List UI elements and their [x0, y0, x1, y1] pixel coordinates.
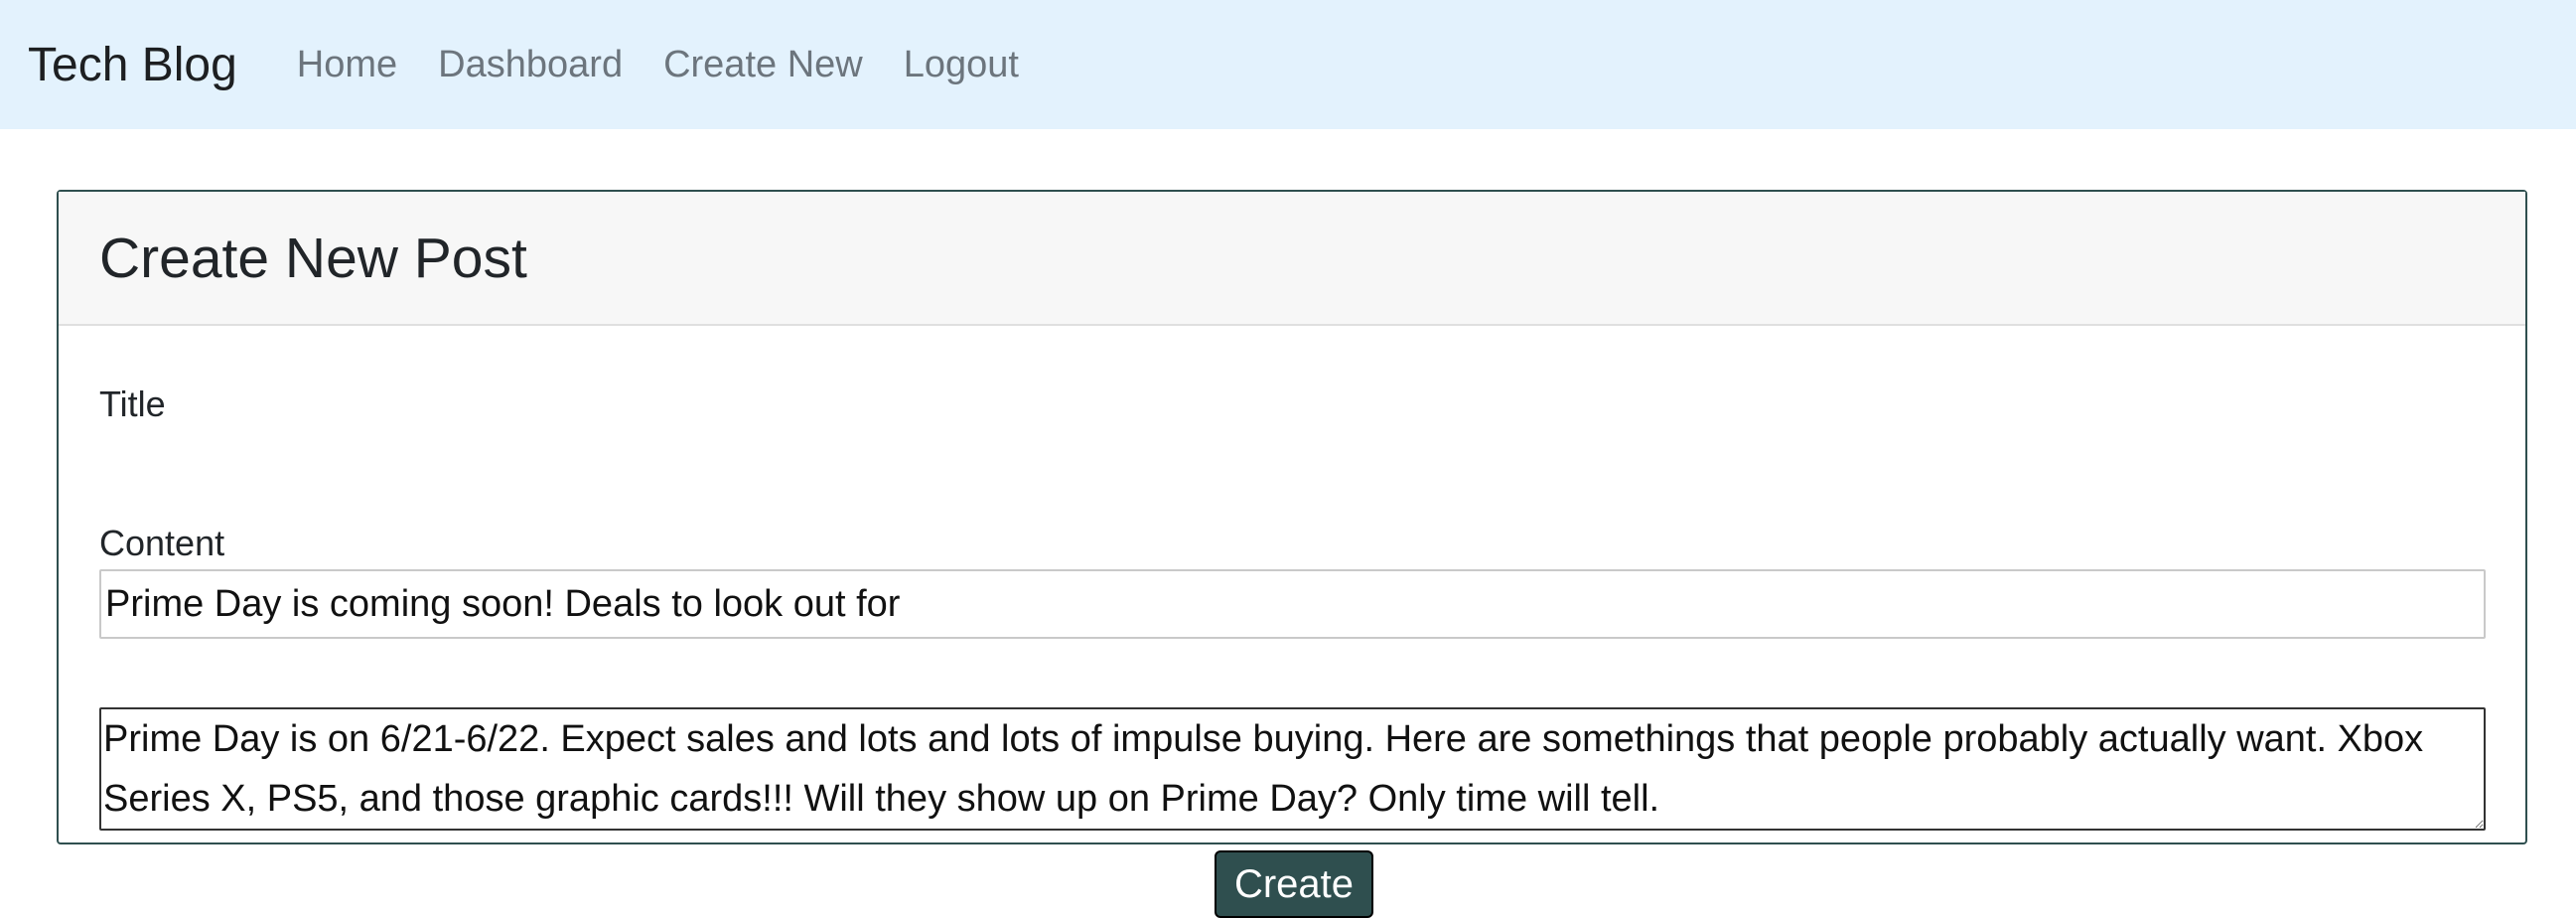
- title-label: Title: [99, 383, 166, 424]
- brand-link[interactable]: Tech Blog: [28, 38, 237, 92]
- nav-link-create-new[interactable]: Create New: [663, 44, 863, 86]
- page-title: Create New Post: [99, 226, 527, 290]
- title-input[interactable]: [99, 569, 2486, 639]
- nav-links: Home Dashboard Create New Logout: [297, 44, 1060, 86]
- card-header: Create New Post: [59, 192, 2525, 326]
- nav-link-home[interactable]: Home: [297, 44, 397, 86]
- navbar: Tech Blog Home Dashboard Create New Logo…: [0, 0, 2576, 129]
- content-textarea[interactable]: Prime Day is on 6/21-6/22. Expect sales …: [99, 707, 2486, 831]
- create-post-card: Create New Post Title Content Prime Day …: [57, 190, 2527, 918]
- create-button[interactable]: Create: [1215, 850, 1373, 918]
- content-label: Content: [99, 523, 225, 563]
- nav-link-logout[interactable]: Logout: [904, 44, 1019, 86]
- nav-link-dashboard[interactable]: Dashboard: [438, 44, 623, 86]
